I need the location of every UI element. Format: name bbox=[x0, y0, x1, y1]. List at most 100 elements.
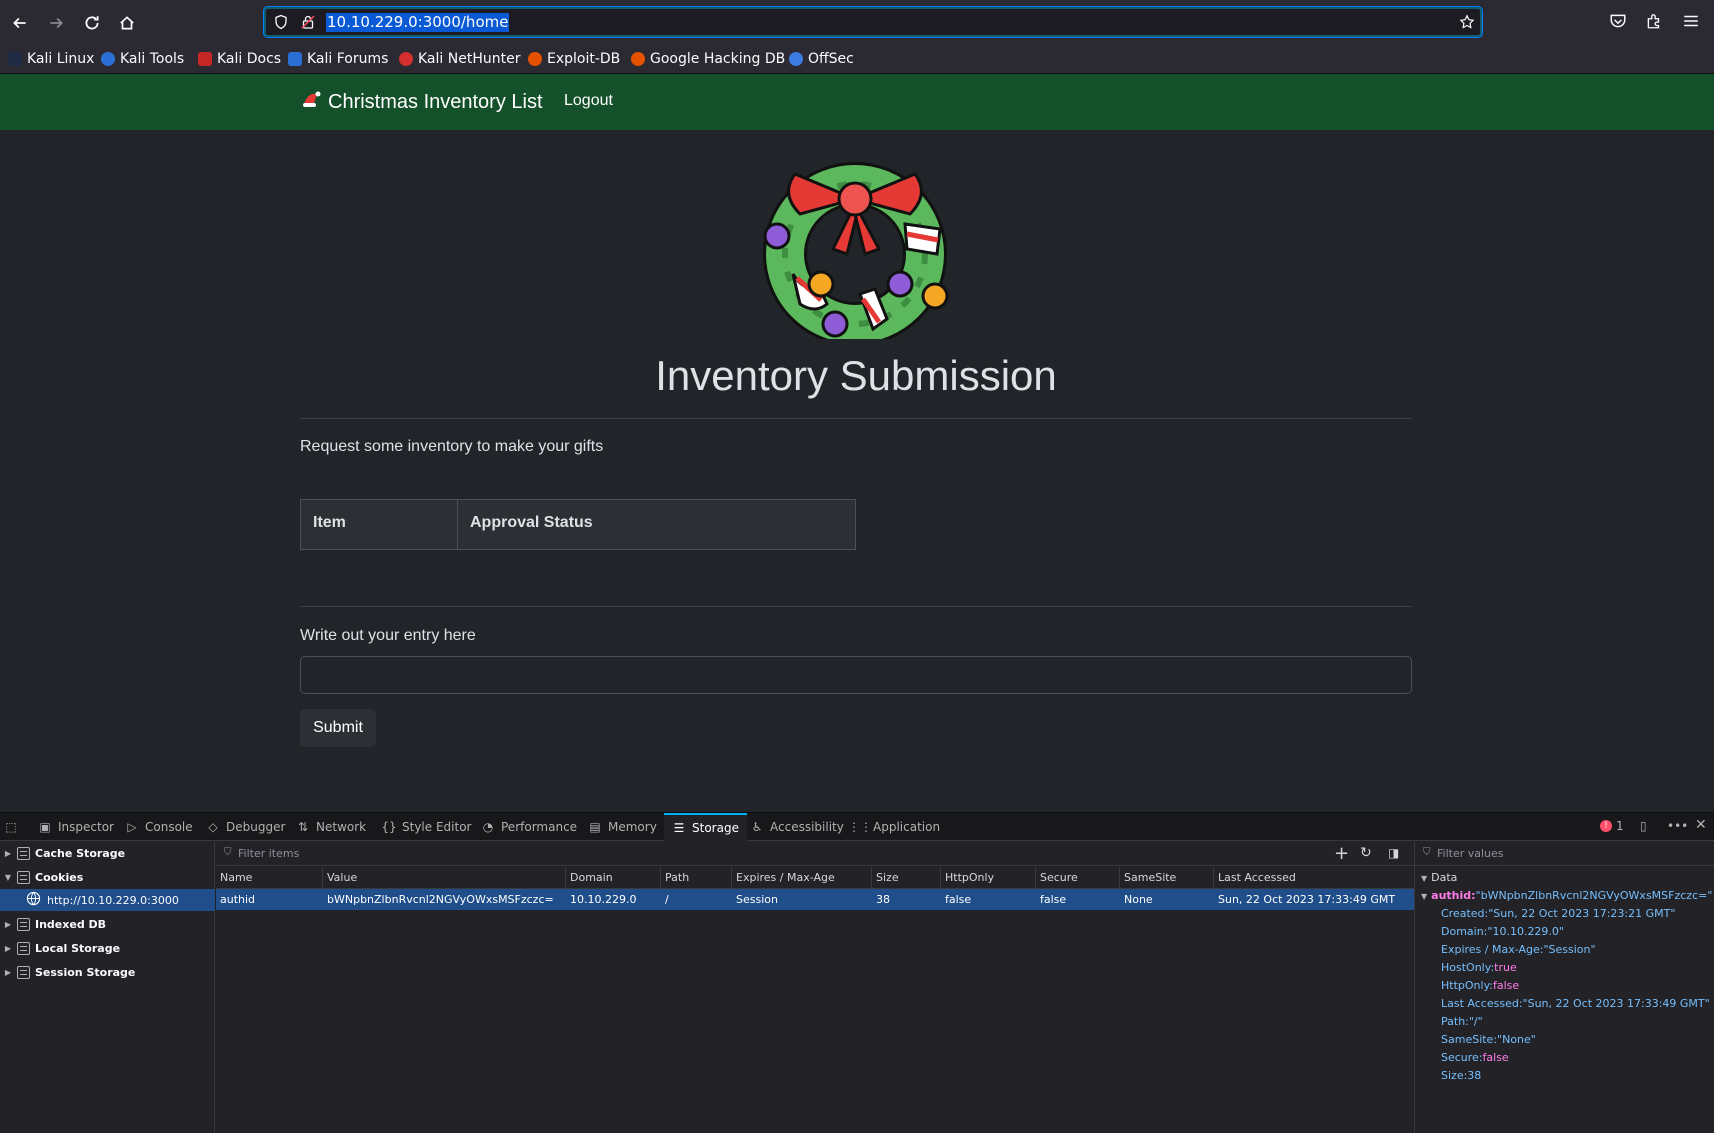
column-header-samesite[interactable]: SameSite bbox=[1120, 867, 1214, 889]
back-arrow-icon[interactable] bbox=[7, 10, 33, 36]
cookie-property[interactable]: Domain:"10.10.229.0" bbox=[1441, 925, 1564, 938]
tab-inspector[interactable]: ▣ Inspector bbox=[38, 813, 114, 841]
responsive-design-icon[interactable]: ▯ bbox=[1640, 819, 1647, 833]
tab-application[interactable]: ⋮⋮ Application bbox=[848, 813, 940, 841]
exploit-db-icon bbox=[528, 52, 542, 66]
tab-storage[interactable]: ☰ Storage bbox=[664, 813, 747, 841]
column-header-last-accessed[interactable]: Last Accessed bbox=[1214, 867, 1414, 889]
cell-samesite[interactable]: None bbox=[1124, 893, 1153, 906]
column-header-size[interactable]: Size bbox=[872, 867, 941, 889]
cookie-property[interactable]: Expires / Max-Age:"Session" bbox=[1441, 943, 1596, 956]
extensions-icon[interactable] bbox=[1645, 12, 1665, 32]
cell-path[interactable]: / bbox=[665, 893, 669, 906]
column-header-name[interactable]: Name bbox=[216, 867, 323, 889]
tree-session-storage[interactable]: ▶ Session Storage bbox=[0, 961, 215, 983]
tab-style-editor[interactable]: {} Style Editor bbox=[381, 813, 471, 841]
cookie-property[interactable]: Created:"Sun, 22 Oct 2023 17:23:21 GMT" bbox=[1441, 907, 1675, 920]
column-header-httponly[interactable]: HttpOnly bbox=[941, 867, 1036, 889]
bookmark-exploit-db[interactable]: Exploit-DB bbox=[528, 49, 620, 69]
cookie-property[interactable]: Path:"/" bbox=[1441, 1015, 1483, 1028]
filter-values-bar[interactable]: ⛉ Filter values bbox=[1415, 842, 1714, 866]
cookie-property[interactable]: Secure:false bbox=[1441, 1051, 1509, 1064]
tree-cache-storage[interactable]: ▶ Cache Storage bbox=[0, 842, 215, 864]
tree-cookie-origin[interactable]: http://10.10.229.0:3000 bbox=[0, 889, 215, 911]
tab-console[interactable]: ▷ Console bbox=[125, 813, 192, 841]
filter-values-input[interactable]: Filter values bbox=[1437, 847, 1504, 860]
tab-network[interactable]: ⇅ Network bbox=[296, 813, 366, 841]
more-options-icon[interactable]: ••• bbox=[1667, 819, 1688, 833]
cell-httponly[interactable]: false bbox=[945, 893, 971, 906]
property-value: "/" bbox=[1468, 1015, 1483, 1028]
inventory-table: Item Approval Status bbox=[300, 499, 856, 550]
cookie-property[interactable]: HostOnly:true bbox=[1441, 961, 1517, 974]
cookie-property[interactable]: Size:38 bbox=[1441, 1069, 1481, 1082]
cookie-entry[interactable]: ▼ authid:"bWNpbnZlbnRvcnl2NGVyOWxsMSFzczc… bbox=[1421, 889, 1712, 902]
menu-hamburger-icon[interactable] bbox=[1682, 12, 1702, 32]
cell-size[interactable]: 38 bbox=[876, 893, 890, 906]
column-header-expires[interactable]: Expires / Max-Age bbox=[732, 867, 872, 889]
column-header-value[interactable]: Value bbox=[323, 867, 566, 889]
bookmark-google-hacking-db[interactable]: Google Hacking DB bbox=[631, 49, 785, 69]
error-indicator[interactable]: ! 1 bbox=[1600, 819, 1624, 833]
database-icon bbox=[17, 941, 30, 955]
column-header-path[interactable]: Path bbox=[661, 867, 732, 889]
toggle-sidebar-icon[interactable]: ◨ bbox=[1388, 846, 1399, 860]
data-section-header[interactable]: ▼ Data bbox=[1421, 871, 1457, 884]
cell-expires[interactable]: Session bbox=[736, 893, 778, 906]
cookie-property[interactable]: HttpOnly:false bbox=[1441, 979, 1519, 992]
tab-memory[interactable]: ▤ Memory bbox=[588, 813, 656, 841]
home-icon[interactable] bbox=[114, 10, 140, 36]
expand-arrow-icon[interactable]: ▶ bbox=[2, 849, 14, 858]
bookmark-kali-linux[interactable]: Kali Linux bbox=[8, 49, 94, 69]
bookmark-kali-nethunter[interactable]: Kali NetHunter bbox=[399, 49, 520, 69]
tree-local-storage[interactable]: ▶ Local Storage bbox=[0, 937, 215, 959]
cookie-property[interactable]: SameSite:"None" bbox=[1441, 1033, 1536, 1046]
collapse-arrow-icon[interactable]: ▼ bbox=[2, 873, 14, 882]
cell-domain[interactable]: 10.10.229.0 bbox=[570, 893, 636, 906]
console-icon: ▷ bbox=[127, 820, 137, 834]
expand-arrow-icon[interactable]: ▶ bbox=[2, 920, 14, 929]
logout-link[interactable]: Logout bbox=[564, 92, 613, 110]
submit-button[interactable]: Submit bbox=[300, 709, 376, 747]
bookmark-star-icon[interactable] bbox=[1459, 14, 1475, 30]
tree-cookies[interactable]: ▼ Cookies bbox=[0, 866, 215, 888]
expand-arrow-icon[interactable]: ▶ bbox=[2, 968, 14, 977]
shield-icon[interactable] bbox=[273, 14, 289, 30]
filter-items-input[interactable]: Filter items bbox=[238, 847, 299, 860]
cell-last-accessed[interactable]: Sun, 22 Oct 2023 17:33:49 GMT bbox=[1218, 893, 1395, 906]
pocket-icon[interactable] bbox=[1609, 12, 1629, 32]
expand-arrow-icon[interactable]: ▶ bbox=[2, 944, 14, 953]
column-header-domain[interactable]: Domain bbox=[566, 867, 661, 889]
cookie-details-pane: ⛉ Filter values ▼ Data ▼ authid:"bWNpbnZlb… bbox=[1414, 842, 1714, 1133]
bookmark-kali-docs[interactable]: Kali Docs bbox=[198, 49, 281, 69]
url-text[interactable]: 10.10.229.0:3000/home bbox=[326, 13, 510, 32]
tab-accessibility[interactable]: ♿ Accessibility bbox=[750, 813, 844, 841]
column-header-secure[interactable]: Secure bbox=[1036, 867, 1120, 889]
insecure-lock-icon[interactable] bbox=[300, 14, 316, 30]
forward-arrow-icon[interactable] bbox=[43, 10, 69, 36]
filter-items-bar[interactable]: ⛉ Filter items + ↻ ◨ bbox=[216, 842, 1414, 866]
cell-name[interactable]: authid bbox=[220, 893, 255, 906]
cell-secure[interactable]: false bbox=[1040, 893, 1066, 906]
entry-input[interactable] bbox=[300, 656, 1412, 694]
add-item-icon[interactable]: + bbox=[1334, 843, 1349, 864]
close-icon[interactable]: ✕ bbox=[1695, 817, 1707, 833]
element-picker-icon[interactable]: ⬚ bbox=[4, 813, 18, 841]
brand-link[interactable]: Christmas Inventory List bbox=[300, 88, 543, 116]
bookmarks-bar: Kali Linux Kali Tools Kali Docs Kali For… bbox=[0, 44, 1714, 74]
bookmark-kali-tools[interactable]: Kali Tools bbox=[101, 49, 184, 69]
bookmark-offsec[interactable]: OffSec bbox=[789, 49, 854, 69]
column-header-approval-status: Approval Status bbox=[470, 514, 593, 531]
bookmark-kali-forums[interactable]: Kali Forums bbox=[288, 49, 388, 69]
collapse-arrow-icon[interactable]: ▼ bbox=[1421, 892, 1427, 901]
refresh-icon[interactable]: ↻ bbox=[1360, 845, 1372, 861]
tab-performance[interactable]: ◔ Performance bbox=[481, 813, 577, 841]
collapse-arrow-icon[interactable]: ▼ bbox=[1421, 874, 1427, 883]
tree-indexed-db[interactable]: ▶ Indexed DB bbox=[0, 913, 215, 935]
cookie-property[interactable]: Last Accessed:"Sun, 22 Oct 2023 17:33:49… bbox=[1441, 997, 1710, 1010]
cell-value[interactable]: bWNpbnZlbnRvcnl2NGVyOWxsMSFzczc= bbox=[327, 893, 554, 906]
devtools-panel: ⬚ ▣ Inspector ▷ Console ◇ Debugger ⇅ Network… bbox=[0, 812, 1714, 1133]
tab-debugger[interactable]: ◇ Debugger bbox=[206, 813, 285, 841]
url-bar[interactable]: 10.10.229.0:3000/home bbox=[263, 6, 1483, 38]
reload-icon[interactable] bbox=[79, 10, 105, 36]
